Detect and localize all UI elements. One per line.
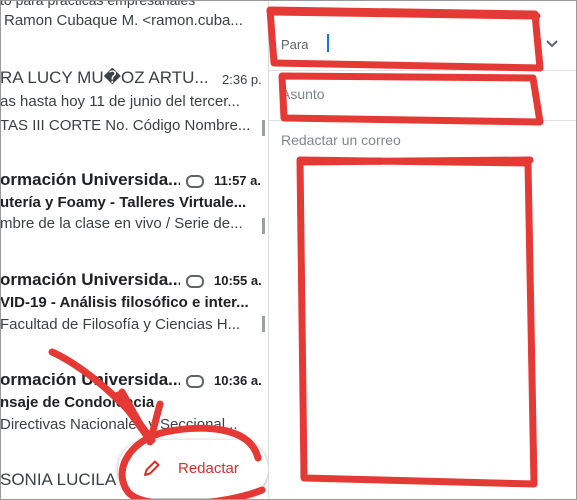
email-time: 2:36 p. <box>222 72 262 87</box>
compose-label: Redactar <box>178 460 239 477</box>
star-icon[interactable] <box>262 120 265 136</box>
email-sender: RA LUCY MU�OZ ARTU... <box>0 68 209 87</box>
email-subject: VID-19 - Análisis filosófico e inter... <box>0 294 249 311</box>
email-sender: ormación Universida... <box>0 270 180 289</box>
email-snippet: Directivas Nacionales y Seccional... <box>0 416 238 433</box>
compose-button[interactable]: Redactar <box>118 440 268 498</box>
email-sender: ormación Universida... <box>0 170 180 189</box>
email-sender: ormación Universida... <box>0 370 180 389</box>
star-icon[interactable] <box>262 218 265 234</box>
subject-field[interactable]: Asunto <box>269 72 569 118</box>
attachment-icon <box>186 175 204 188</box>
email-time: 10:36 a. <box>214 373 262 388</box>
subject-placeholder: Asunto <box>281 86 325 102</box>
email-time: 11:57 a. <box>214 173 261 188</box>
body-placeholder: Redactar un correo <box>281 132 401 148</box>
email-snippet: mbre de la clase en vivo / Serie de... <box>0 215 243 232</box>
body-field[interactable]: Redactar un correo <box>269 122 574 492</box>
star-icon[interactable] <box>262 316 265 332</box>
email-sender: SONIA LUCILA <box>0 470 117 489</box>
email-sender: to para prácticas empresariales <box>0 0 196 8</box>
to-field[interactable]: Para <box>269 20 569 68</box>
inbox-list: to para prácticas empresariales Ramon Cu… <box>0 0 270 500</box>
email-snippet: Ramon Cubaque M. <ramon.cuba... <box>4 12 243 29</box>
pencil-icon <box>144 460 160 476</box>
email-time: 10:55 a. <box>214 273 262 288</box>
compose-panel: Para Asunto Redactar un correo <box>268 0 577 500</box>
attachment-icon <box>186 375 204 388</box>
divider <box>269 70 577 71</box>
divider <box>269 120 577 121</box>
chevron-down-icon[interactable] <box>545 36 559 50</box>
email-snippet: Facultad de Filosofía y Ciencias H... <box>0 316 241 333</box>
to-label: Para <box>281 37 309 52</box>
attachment-icon <box>186 275 204 288</box>
text-caret <box>327 34 329 52</box>
email-snippet: TAS III CORTE No. Código Nombre... <box>0 117 250 134</box>
email-subject: utería y Foamy - Talleres Virtuale... <box>0 194 247 211</box>
email-snippet: as hasta hoy 11 de junio del tercer... <box>0 93 240 110</box>
email-subject: nsaje de Condolencia <box>0 394 155 411</box>
